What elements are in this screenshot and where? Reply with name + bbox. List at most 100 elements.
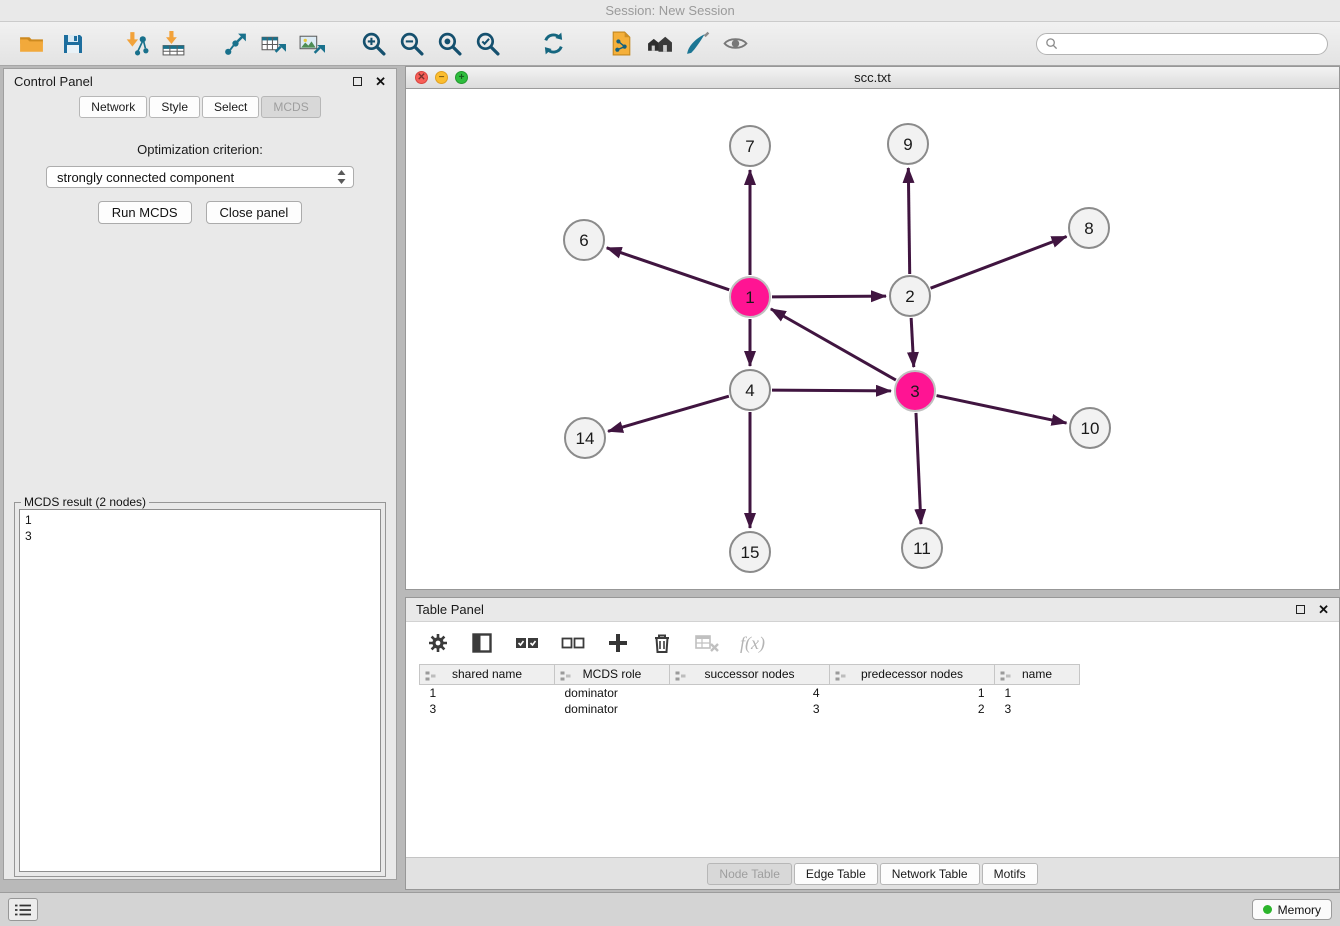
graph-edge-1-6[interactable] [607,248,729,290]
document-network-icon [608,30,635,57]
graph-edge-2-8[interactable] [931,237,1067,289]
function-builder-button[interactable]: f(x) [740,633,765,654]
cell-successor-nodes[interactable]: 3 [670,701,830,717]
cell-shared-name[interactable]: 1 [420,685,555,702]
graph-edge-3-1[interactable] [771,309,896,380]
svg-text:4: 4 [745,381,754,400]
save-session-button[interactable] [54,25,92,63]
deselect-all-columns-button[interactable] [560,631,586,655]
search-box[interactable] [1036,33,1328,55]
import-network-button[interactable] [116,25,154,63]
select-all-columns-button[interactable] [514,631,540,655]
network-graph: 7 9 6 8 1 2 4 3 14 10 15 11 [406,89,1339,589]
cell-predecessor-nodes[interactable]: 2 [830,701,995,717]
cell-mcds-role[interactable]: dominator [555,701,670,717]
import-network-icon [122,30,149,57]
search-input[interactable] [1063,35,1319,53]
column-attribute-icon [425,669,436,688]
network-canvas[interactable]: 7 9 6 8 1 2 4 3 14 10 15 11 [406,89,1339,589]
tab-network-table[interactable]: Network Table [880,863,980,885]
cell-successor-nodes[interactable]: 4 [670,685,830,702]
delete-columns-button[interactable] [650,631,674,655]
plus-icon [606,631,630,655]
zoom-selected-button[interactable] [468,25,506,63]
graph-edge-4-3[interactable] [772,390,891,391]
list-icon [14,903,32,917]
float-panel-icon[interactable] [353,77,362,86]
memory-button[interactable]: Memory [1252,899,1332,920]
svg-text:9: 9 [903,135,912,154]
close-panel-button[interactable]: Close panel [206,201,303,224]
zoom-fit-button[interactable] [430,25,468,63]
export-network-button[interactable] [216,25,254,63]
export-image-button[interactable] [292,25,330,63]
graph-edge-3-10[interactable] [937,396,1067,423]
graph-node-9[interactable]: 9 [888,124,928,164]
column-header-name[interactable]: name [995,665,1080,685]
tab-edge-table[interactable]: Edge Table [794,863,878,885]
graph-node-11[interactable]: 11 [902,528,942,568]
mcds-result-values[interactable]: 13 [19,509,381,872]
tab-select[interactable]: Select [202,96,259,118]
show-columns-button[interactable] [470,631,494,655]
graph-node-1[interactable]: 1 [730,277,770,317]
graph-edge-3-11[interactable] [916,413,921,524]
svg-text:14: 14 [576,429,595,448]
column-header-label: successor nodes [704,667,794,681]
graph-node-15[interactable]: 15 [730,532,770,572]
first-neighbors-button[interactable] [640,25,678,63]
graph-edge-2-3[interactable] [911,318,914,367]
column-header-successor-nodes[interactable]: successor nodes [670,665,830,685]
application-window: Session: New Session [0,0,1340,926]
main-toolbar [0,22,1340,66]
graph-node-3[interactable]: 3 [895,371,935,411]
graph-edge-1-2[interactable] [772,296,886,297]
cell-predecessor-nodes[interactable]: 1 [830,685,995,702]
float-table-panel-icon[interactable] [1296,605,1305,614]
zoom-in-button[interactable] [354,25,392,63]
table-row[interactable]: 1dominator411 [420,685,1080,702]
new-network-from-selection-button[interactable] [602,25,640,63]
tab-style[interactable]: Style [149,96,200,118]
minimize-window-button[interactable]: − [435,71,448,84]
table-settings-button[interactable] [426,631,450,655]
close-panel-icon[interactable]: ✕ [375,75,386,88]
graph-node-10[interactable]: 10 [1070,408,1110,448]
graph-node-6[interactable]: 6 [564,220,604,260]
column-header-mcds-role[interactable]: MCDS role [555,665,670,685]
graph-node-4[interactable]: 4 [730,370,770,410]
svg-text:15: 15 [741,543,760,562]
apply-style-button[interactable] [678,25,716,63]
close-table-panel-icon[interactable]: ✕ [1318,603,1329,616]
create-column-button[interactable] [606,631,630,655]
cell-shared-name[interactable]: 3 [420,701,555,717]
cell-mcds-role[interactable]: dominator [555,685,670,702]
tab-mcds[interactable]: MCDS [261,96,320,118]
column-header-shared-name[interactable]: shared name [420,665,555,685]
cell-name[interactable]: 3 [995,701,1080,717]
show-hide-details-button[interactable] [716,25,754,63]
graph-node-14[interactable]: 14 [565,418,605,458]
export-table-button[interactable] [254,25,292,63]
import-table-button[interactable] [154,25,192,63]
graph-edge-4-14[interactable] [608,396,729,431]
open-session-button[interactable] [12,25,50,63]
close-window-button[interactable]: ✕ [415,71,428,84]
table-row[interactable]: 3dominator323 [420,701,1080,717]
run-mcds-button[interactable]: Run MCDS [98,201,192,224]
show-panels-button[interactable] [8,898,38,921]
maximize-window-button[interactable]: + [455,71,468,84]
zoom-out-button[interactable] [392,25,430,63]
graph-node-7[interactable]: 7 [730,126,770,166]
graph-edge-2-9[interactable] [908,168,909,274]
tab-node-table[interactable]: Node Table [707,863,792,885]
apply-preferred-layout-button[interactable] [534,25,572,63]
delete-table-button[interactable] [694,631,720,655]
tab-network[interactable]: Network [79,96,147,118]
zoom-selected-icon [474,30,501,57]
graph-node-8[interactable]: 8 [1069,208,1109,248]
tab-motifs[interactable]: Motifs [982,863,1038,885]
column-header-predecessor-nodes[interactable]: predecessor nodes [830,665,995,685]
graph-node-2[interactable]: 2 [890,276,930,316]
criterion-select[interactable]: strongly connected component [46,166,354,188]
